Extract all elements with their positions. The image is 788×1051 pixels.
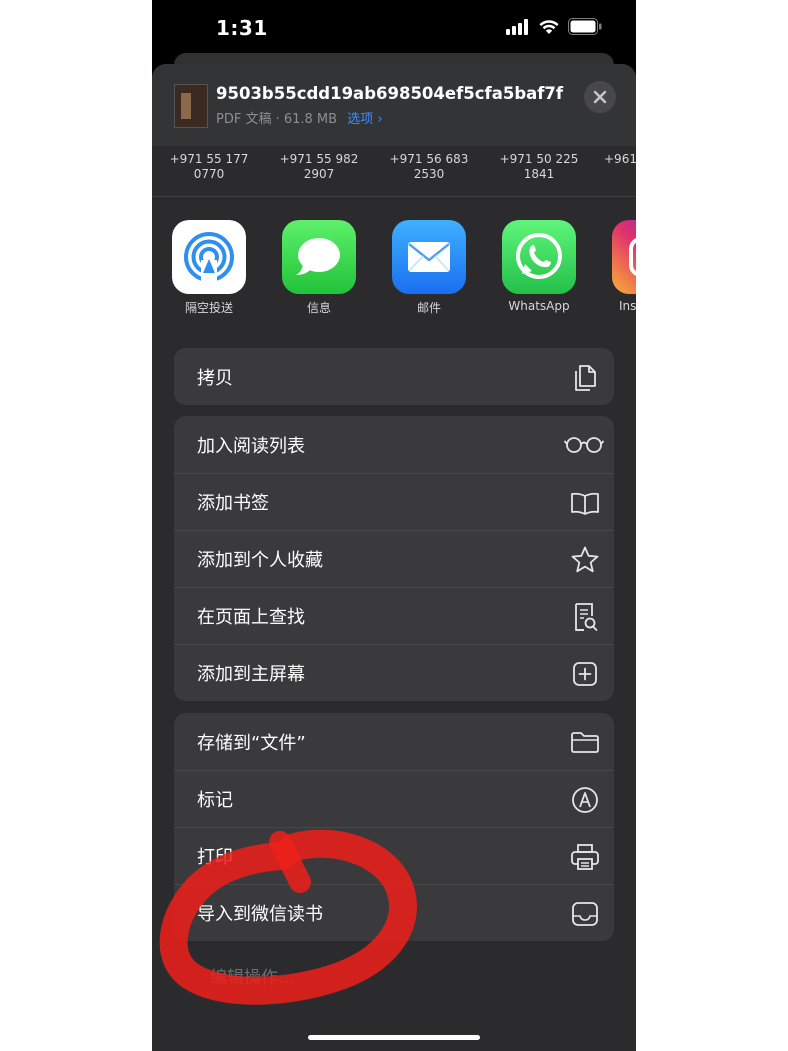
airdrop-icon [172, 220, 246, 294]
action-add-reading-list[interactable]: 加入阅读列表 [174, 416, 614, 473]
status-icons [506, 18, 602, 35]
contact-suggestions: +971 55 177 0770 +971 55 982 2907 +971 5… [152, 146, 636, 196]
share-sheet: 9503b55cdd19ab698504ef5cfa5baf7f PDF 文稿 … [152, 64, 636, 1051]
contact-item[interactable]: +971 50 225 1841 [489, 152, 589, 182]
action-markup[interactable]: 标记 [174, 770, 614, 827]
app-instagram[interactable]: Ins [604, 220, 636, 313]
file-name: 9503b55cdd19ab698504ef5cfa5baf7f [216, 84, 564, 103]
contact-item[interactable]: +961 [604, 152, 636, 167]
action-print[interactable]: 打印 [174, 827, 614, 884]
status-bar: 1:31 [152, 0, 636, 58]
tray-icon [570, 899, 600, 929]
app-mail[interactable]: 邮件 [384, 220, 474, 316]
share-header: 9503b55cdd19ab698504ef5cfa5baf7f PDF 文稿 … [152, 64, 636, 146]
actions-group-page: 加入阅读列表 添加书签 添加到个人收藏 在页面上查找 添加到主屏幕 [174, 416, 614, 701]
home-indicator[interactable] [308, 1035, 480, 1040]
app-airdrop[interactable]: 隔空投送 [164, 220, 254, 316]
action-find-on-page[interactable]: 在页面上查找 [174, 587, 614, 644]
edit-actions-link[interactable]: 编辑操作... [210, 963, 294, 988]
markup-icon [570, 785, 600, 815]
star-icon [570, 545, 600, 575]
whatsapp-icon [502, 220, 576, 294]
phone-screen: 1:31 9503b55cdd19ab698504ef5cfa5baf7f PD… [152, 0, 636, 1051]
folder-icon [570, 727, 600, 757]
cellular-signal-icon [506, 18, 528, 35]
file-info-line: PDF 文稿 · 61.8 MB 选项 › [216, 108, 383, 127]
close-icon [593, 90, 607, 104]
actions-group-copy: 拷贝 [174, 348, 614, 405]
action-add-bookmark[interactable]: 添加书签 [174, 473, 614, 530]
file-info: PDF 文稿 · 61.8 MB [216, 112, 338, 127]
close-button[interactable] [584, 81, 616, 113]
section-divider [152, 196, 636, 197]
action-add-favorites[interactable]: 添加到个人收藏 [174, 530, 614, 587]
instagram-icon [612, 220, 636, 294]
plus-square-icon [570, 659, 600, 689]
action-import-weread[interactable]: 导入到微信读书 [174, 884, 614, 941]
wifi-icon [539, 19, 559, 34]
action-save-to-files[interactable]: 存储到“文件” [174, 713, 614, 770]
contact-item[interactable]: +971 55 177 0770 [159, 152, 259, 182]
app-whatsapp[interactable]: WhatsApp [494, 220, 584, 313]
app-messages[interactable]: 信息 [274, 220, 364, 316]
glasses-icon [564, 430, 604, 460]
actions-group-file: 存储到“文件” 标记 打印 导入到微信读书 [174, 713, 614, 941]
options-link[interactable]: 选项 › [347, 112, 382, 127]
app-share-row: 隔空投送 信息 邮件 WhatsApp Ins [152, 220, 636, 330]
book-icon [570, 488, 600, 518]
document-thumbnail [174, 84, 208, 128]
action-add-home-screen[interactable]: 添加到主屏幕 [174, 644, 614, 701]
contact-item[interactable]: +971 56 683 2530 [379, 152, 479, 182]
mail-icon [392, 220, 466, 294]
battery-icon [568, 18, 602, 35]
copy-icon [570, 362, 600, 392]
printer-icon [570, 842, 600, 872]
status-time: 1:31 [216, 16, 268, 40]
messages-icon [282, 220, 356, 294]
contact-item[interactable]: +971 55 982 2907 [269, 152, 369, 182]
find-doc-icon [570, 602, 600, 632]
action-copy[interactable]: 拷贝 [174, 348, 614, 405]
